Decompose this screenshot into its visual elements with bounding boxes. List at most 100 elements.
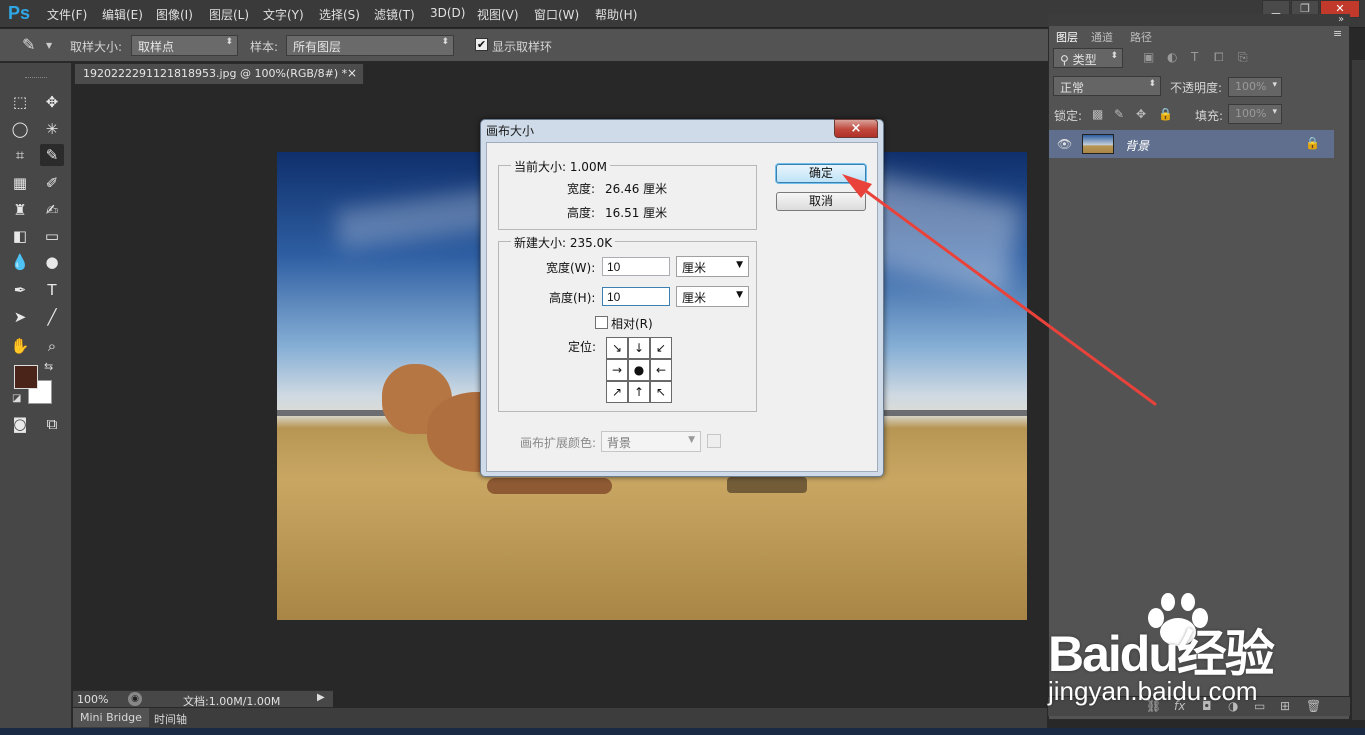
filter-shape-icon[interactable]: ⧠ — [1214, 50, 1224, 65]
height-unit-select[interactable]: 厘米 ▼ — [676, 286, 749, 307]
lock-transparent-icon[interactable]: ▩ — [1092, 107, 1103, 121]
chevron-down-icon: ▾ — [1272, 107, 1277, 117]
photoshop-logo: Ps — [8, 3, 31, 23]
menu-window[interactable]: 窗口(W) — [534, 6, 579, 23]
menu-3d[interactable]: 3D(D) — [430, 6, 465, 20]
panel-collapse-icon[interactable]: » — [1338, 14, 1344, 25]
line-tool-icon[interactable]: ╱ — [40, 306, 64, 328]
sample-select[interactable]: 所有图层 ⬍ — [286, 35, 454, 56]
fill-field[interactable]: 100% ▾ — [1228, 104, 1282, 124]
layer-filter-select[interactable]: ⚲ 类型 ⬍ — [1053, 48, 1123, 68]
move-tool-icon[interactable]: ✥ — [40, 91, 64, 113]
current-width-label: 宽度: — [567, 182, 596, 196]
opacity-field[interactable]: 100% ▾ — [1228, 77, 1282, 97]
cancel-button[interactable]: 取消 — [776, 192, 866, 211]
quick-mask-icon[interactable]: ◙ — [8, 413, 32, 435]
lock-all-icon[interactable]: 🔒 — [1158, 107, 1173, 121]
default-colors-icon[interactable]: ◪ — [12, 393, 21, 404]
document-tab-close[interactable]: × — [347, 66, 357, 80]
width-input[interactable] — [602, 257, 670, 276]
blend-mode-select[interactable]: 正常 ⬍ — [1053, 76, 1161, 96]
eraser-tool-icon[interactable]: ◧ — [8, 225, 32, 247]
eyedropper-tool-preset-icon[interactable]: ✎ — [22, 35, 35, 54]
anchor-center[interactable]: ● — [628, 359, 650, 381]
height-unit-value: 厘米 — [682, 291, 707, 305]
extension-color-select[interactable]: 背景 ▼ — [601, 431, 701, 452]
width-unit-select[interactable]: 厘米 ▼ — [676, 256, 749, 277]
filter-adjust-icon[interactable]: ◐ — [1167, 50, 1177, 64]
current-height-label: 高度: — [567, 206, 596, 220]
marquee-tool-icon[interactable]: ⬚ — [8, 91, 32, 113]
tab-paths[interactable]: 路径 — [1126, 27, 1156, 44]
anchor-top[interactable]: ↓ — [628, 337, 650, 359]
healing-brush-tool-icon[interactable]: ▦ — [8, 172, 32, 194]
menu-image[interactable]: 图像(I) — [156, 6, 193, 23]
menu-layer[interactable]: 图层(L) — [209, 6, 249, 23]
doc-info: 文档:1.00M/1.00M — [183, 695, 281, 708]
menu-select[interactable]: 选择(S) — [319, 6, 360, 23]
foreground-color-swatch[interactable] — [14, 365, 38, 389]
tab-timeline[interactable]: 时间轴 — [147, 708, 194, 727]
anchor-bottom-left[interactable]: ↗ — [606, 381, 628, 403]
menu-edit[interactable]: 编辑(E) — [102, 6, 143, 23]
dialog-close-button[interactable]: × — [834, 119, 878, 138]
filter-type-icon[interactable]: T — [1191, 50, 1198, 64]
eye-icon[interactable]: 👁 — [1057, 137, 1072, 151]
hand-tool-icon[interactable]: ✋ — [8, 335, 32, 357]
crop-tool-icon[interactable]: ⌗ — [8, 144, 32, 166]
height-input[interactable] — [602, 287, 670, 306]
blur-tool-icon[interactable]: 💧 — [8, 251, 32, 273]
status-menu-arrow-icon[interactable]: ▶ — [317, 692, 325, 703]
layer-thumbnail — [1082, 134, 1114, 154]
tab-mini-bridge[interactable]: Mini Bridge — [73, 708, 149, 727]
anchor-bottom[interactable]: ↑ — [628, 381, 650, 403]
relative-checkbox[interactable] — [595, 316, 608, 329]
extension-color-swatch[interactable] — [707, 434, 721, 448]
menu-file[interactable]: 文件(F) — [47, 6, 87, 23]
document-tab[interactable]: 1920222291121818953.jpg @ 100%(RGB/8#) *… — [74, 63, 364, 84]
menu-help[interactable]: 帮助(H) — [595, 6, 637, 23]
history-brush-tool-icon[interactable]: ✍ — [40, 199, 64, 221]
lasso-tool-icon[interactable]: ◯ — [8, 118, 32, 140]
lock-image-icon[interactable]: ✎ — [1114, 107, 1124, 121]
fill-label: 填充: — [1195, 109, 1224, 123]
menu-view[interactable]: 视图(V) — [477, 6, 519, 23]
ok-button[interactable]: 确定 — [776, 164, 866, 183]
tab-channels[interactable]: 通道 — [1087, 27, 1117, 44]
lock-position-icon[interactable]: ✥ — [1136, 107, 1146, 121]
anchor-bottom-right[interactable]: ↖ — [650, 381, 672, 403]
filter-smart-icon[interactable]: ⎘ — [1238, 50, 1248, 65]
anchor-top-right[interactable]: ↙ — [650, 337, 672, 359]
show-ring-label: 显示取样环 — [492, 40, 553, 54]
swap-colors-icon[interactable]: ⇆ — [44, 360, 53, 373]
gradient-tool-icon[interactable]: ▭ — [40, 225, 64, 247]
chevron-down-icon[interactable]: ▼ — [46, 41, 52, 50]
screen-mode-icon[interactable]: ⧉ — [40, 413, 64, 435]
brush-tool-icon[interactable]: ✐ — [40, 172, 64, 194]
dodge-tool-icon[interactable]: ● — [40, 251, 64, 273]
pen-tool-icon[interactable]: ✒ — [8, 279, 32, 301]
status-info-icon[interactable]: ◉ — [128, 692, 142, 706]
menu-type[interactable]: 文字(Y) — [263, 6, 304, 23]
layer-name[interactable]: 背景 — [1125, 137, 1149, 154]
eyedropper-tool-icon[interactable]: ✎ — [40, 144, 64, 166]
tab-layers[interactable]: 图层 — [1052, 27, 1082, 44]
anchor-right[interactable]: ← — [650, 359, 672, 381]
zoom-level[interactable]: 100% — [77, 693, 108, 706]
sample-size-select[interactable]: 取样点 ⬍ — [131, 35, 238, 56]
extension-color-value: 背景 — [607, 436, 632, 450]
width-label: 宽度(W): — [546, 261, 596, 275]
zoom-tool-icon[interactable]: ⌕ — [40, 335, 64, 357]
menu-filter[interactable]: 滤镜(T) — [374, 6, 415, 23]
toolbox-grip[interactable] — [25, 77, 47, 80]
magic-wand-tool-icon[interactable]: ✳ — [40, 118, 64, 140]
anchor-top-left[interactable]: ↘ — [606, 337, 628, 359]
clone-stamp-tool-icon[interactable]: ♜ — [8, 199, 32, 221]
show-ring-checkbox[interactable]: ✔ — [475, 38, 488, 51]
panel-scrollbar[interactable] — [1352, 60, 1365, 720]
anchor-left[interactable]: → — [606, 359, 628, 381]
panel-menu-icon[interactable]: ≡ — [1333, 27, 1342, 40]
type-tool-icon[interactable]: T — [40, 279, 64, 301]
path-selection-tool-icon[interactable]: ➤ — [8, 306, 32, 328]
filter-pixel-icon[interactable]: ▣ — [1143, 50, 1154, 64]
